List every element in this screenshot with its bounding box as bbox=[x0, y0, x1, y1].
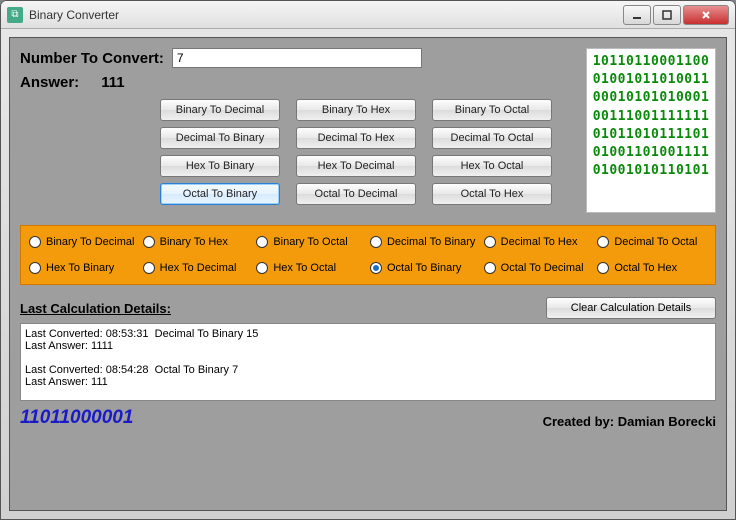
convert-button-hex-to-octal[interactable]: Hex To Octal bbox=[432, 155, 552, 177]
titlebar: ⧉ Binary Converter bbox=[1, 1, 735, 29]
credit-label: Created by: Damian Borecki bbox=[543, 414, 716, 429]
answer-label: Answer: bbox=[20, 74, 79, 91]
convert-button-octal-to-decimal[interactable]: Octal To Decimal bbox=[296, 183, 416, 205]
window-title: Binary Converter bbox=[29, 8, 119, 22]
convert-button-octal-to-hex[interactable]: Octal To Hex bbox=[432, 183, 552, 205]
radio-hex-to-binary[interactable]: Hex To Binary bbox=[29, 262, 139, 274]
radio-icon[interactable] bbox=[484, 236, 496, 248]
maximize-button[interactable] bbox=[653, 5, 681, 25]
convert-button-decimal-to-octal[interactable]: Decimal To Octal bbox=[432, 127, 552, 149]
number-input[interactable] bbox=[172, 48, 422, 68]
answer-value: 111 bbox=[101, 74, 124, 91]
convert-button-octal-to-binary[interactable]: Octal To Binary bbox=[160, 183, 280, 205]
convert-button-decimal-to-binary[interactable]: Decimal To Binary bbox=[160, 127, 280, 149]
radio-label: Octal To Decimal bbox=[501, 262, 584, 274]
radio-decimal-to-hex[interactable]: Decimal To Hex bbox=[484, 236, 594, 248]
binary-decoration: 10110110001100 01001011010011 0001010101… bbox=[586, 48, 716, 213]
radio-label: Binary To Octal bbox=[273, 236, 347, 248]
radio-label: Hex To Decimal bbox=[160, 262, 237, 274]
convert-button-decimal-to-hex[interactable]: Decimal To Hex bbox=[296, 127, 416, 149]
radio-icon[interactable] bbox=[484, 262, 496, 274]
radio-label: Hex To Octal bbox=[273, 262, 336, 274]
radio-label: Octal To Binary bbox=[387, 262, 461, 274]
radio-octal-to-decimal[interactable]: Octal To Decimal bbox=[484, 262, 594, 274]
radio-label: Hex To Binary bbox=[46, 262, 114, 274]
radio-icon[interactable] bbox=[29, 262, 41, 274]
radio-octal-to-binary[interactable]: Octal To Binary bbox=[370, 262, 480, 274]
convert-button-binary-to-decimal[interactable]: Binary To Decimal bbox=[160, 99, 280, 121]
close-button[interactable] bbox=[683, 5, 729, 25]
radio-panel: Binary To Decimal Binary To Hex Binary To … bbox=[20, 225, 716, 285]
radio-binary-to-octal[interactable]: Binary To Octal bbox=[256, 236, 366, 248]
radio-icon[interactable] bbox=[370, 262, 382, 274]
radio-decimal-to-octal[interactable]: Decimal To Octal bbox=[597, 236, 707, 248]
radio-icon[interactable] bbox=[256, 236, 268, 248]
minimize-button[interactable] bbox=[623, 5, 651, 25]
radio-binary-to-decimal[interactable]: Binary To Decimal bbox=[29, 236, 139, 248]
radio-icon[interactable] bbox=[29, 236, 41, 248]
radio-label: Octal To Hex bbox=[614, 262, 677, 274]
convert-button-hex-to-decimal[interactable]: Hex To Decimal bbox=[296, 155, 416, 177]
app-icon: ⧉ bbox=[7, 7, 23, 23]
radio-icon[interactable] bbox=[597, 236, 609, 248]
app-window: ⧉ Binary Converter Number To Convert: An… bbox=[0, 0, 736, 520]
convert-button-binary-to-hex[interactable]: Binary To Hex bbox=[296, 99, 416, 121]
radio-hex-to-decimal[interactable]: Hex To Decimal bbox=[143, 262, 253, 274]
conversion-button-grid: Binary To Decimal Binary To Hex Binary To … bbox=[160, 99, 574, 205]
radio-decimal-to-binary[interactable]: Decimal To Binary bbox=[370, 236, 480, 248]
radio-octal-to-hex[interactable]: Octal To Hex bbox=[597, 262, 707, 274]
details-header-label: Last Calculation Details: bbox=[20, 301, 171, 316]
radio-hex-to-octal[interactable]: Hex To Octal bbox=[256, 262, 366, 274]
radio-icon[interactable] bbox=[143, 236, 155, 248]
radio-binary-to-hex[interactable]: Binary To Hex bbox=[143, 236, 253, 248]
radio-icon[interactable] bbox=[256, 262, 268, 274]
radio-label: Decimal To Hex bbox=[501, 236, 578, 248]
clear-details-button[interactable]: Clear Calculation Details bbox=[546, 297, 716, 319]
radio-label: Decimal To Octal bbox=[614, 236, 697, 248]
radio-icon[interactable] bbox=[370, 236, 382, 248]
radio-icon[interactable] bbox=[597, 262, 609, 274]
input-label: Number To Convert: bbox=[20, 50, 164, 67]
footer-binary: 11011000001 bbox=[20, 407, 133, 429]
radio-label: Binary To Hex bbox=[160, 236, 228, 248]
convert-button-hex-to-binary[interactable]: Hex To Binary bbox=[160, 155, 280, 177]
convert-button-binary-to-octal[interactable]: Binary To Octal bbox=[432, 99, 552, 121]
radio-label: Binary To Decimal bbox=[46, 236, 134, 248]
details-log[interactable]: Last Converted: 08:53:31 Decimal To Bina… bbox=[20, 323, 716, 401]
radio-label: Decimal To Binary bbox=[387, 236, 475, 248]
main-panel: Number To Convert: Answer: 111 Binary To… bbox=[9, 37, 727, 511]
radio-icon[interactable] bbox=[143, 262, 155, 274]
